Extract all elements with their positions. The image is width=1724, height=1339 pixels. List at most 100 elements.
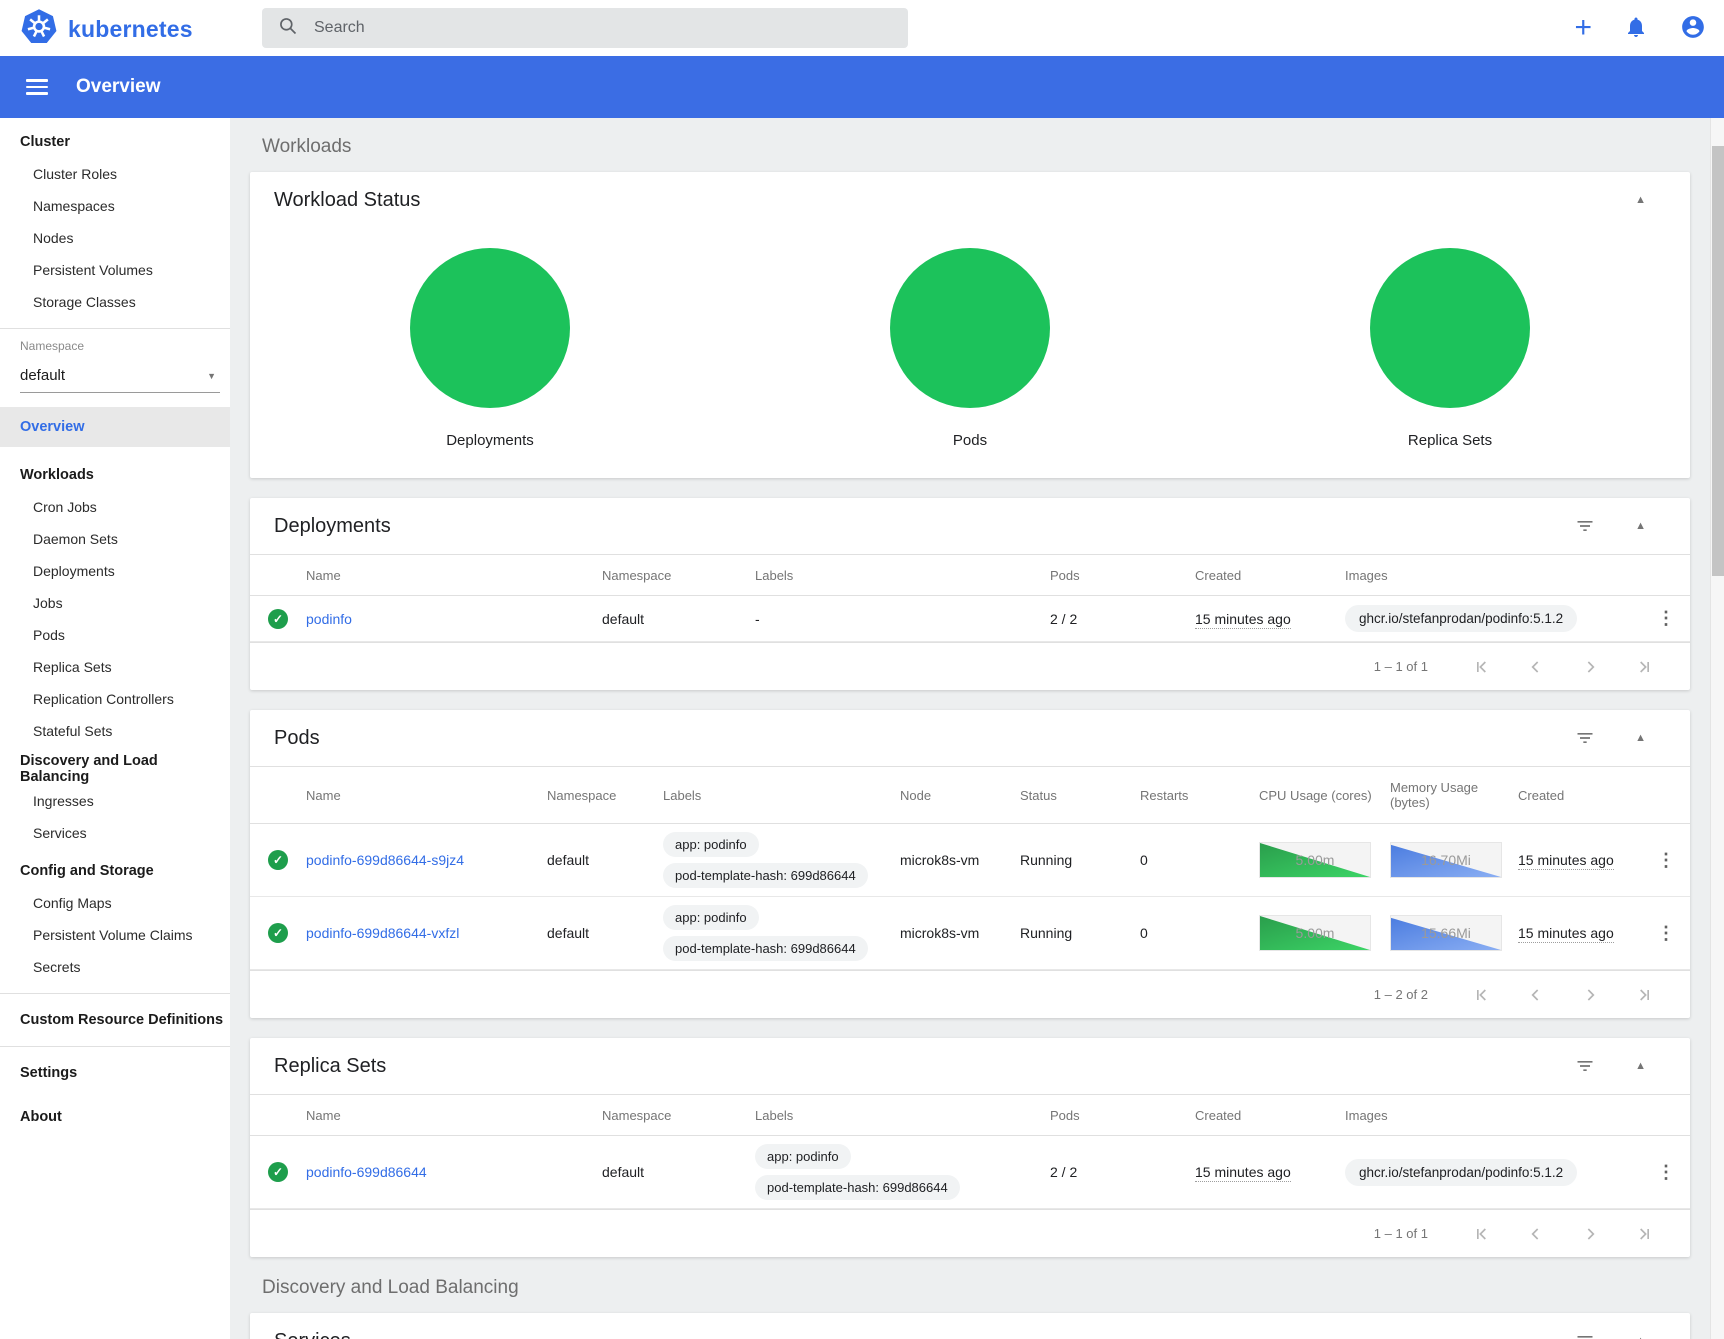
sidebar-item-pods[interactable]: Pods bbox=[0, 619, 230, 651]
first-page-icon[interactable] bbox=[1472, 985, 1492, 1005]
col-labels: Labels bbox=[755, 568, 1050, 583]
sidebar-header-workloads[interactable]: Workloads bbox=[0, 459, 230, 491]
sidebar-item-nodes[interactable]: Nodes bbox=[0, 222, 230, 254]
collapse-card-icon[interactable]: ▲ bbox=[1635, 1060, 1646, 1072]
col-name: Name bbox=[306, 568, 602, 583]
chevron-down-icon: ▼ bbox=[207, 371, 216, 381]
sidebar-item-custom-resource-definitions[interactable]: Custom Resource Definitions bbox=[0, 1004, 230, 1036]
sidebar-item-cron-jobs[interactable]: Cron Jobs bbox=[0, 491, 230, 523]
pods-pagination: 1 – 2 of 2 bbox=[250, 970, 1690, 1018]
sidebar-nav: Cluster Cluster Roles Namespaces Nodes P… bbox=[0, 118, 230, 1339]
filter-icon[interactable] bbox=[1575, 516, 1595, 536]
sidebar-item-replication-controllers[interactable]: Replication Controllers bbox=[0, 683, 230, 715]
chart-label: Pods bbox=[953, 432, 987, 449]
create-resource-button[interactable]: + bbox=[1574, 13, 1592, 43]
sidebar-header-cluster[interactable]: Cluster bbox=[0, 126, 230, 158]
topbar-actions: + bbox=[1574, 0, 1706, 56]
row-menu-icon[interactable]: ⋮ bbox=[1653, 846, 1679, 875]
namespace-select[interactable]: default ▼ bbox=[20, 359, 220, 393]
memory-usage-value: 16.70Mi bbox=[1391, 843, 1501, 877]
sidebar-item-overview[interactable]: Overview bbox=[0, 407, 230, 447]
card-title-replica-sets: Replica Sets bbox=[274, 1055, 1575, 1078]
replica-sets-health-pie bbox=[1370, 248, 1530, 408]
cell-pods: 2 / 2 bbox=[1050, 611, 1195, 627]
cell-created: 15 minutes ago bbox=[1518, 852, 1614, 870]
cell-labels: app: podinfo pod-template-hash: 699d8664… bbox=[663, 905, 900, 961]
col-created: Created bbox=[1518, 788, 1642, 803]
collapse-card-icon[interactable]: ▲ bbox=[1635, 732, 1646, 744]
cell-restarts: 0 bbox=[1140, 852, 1259, 868]
pods-table-header: Name Namespace Labels Node Status Restar… bbox=[250, 766, 1690, 824]
sidebar-item-config-maps[interactable]: Config Maps bbox=[0, 887, 230, 919]
last-page-icon[interactable] bbox=[1634, 985, 1654, 1005]
sidebar-item-persistent-volume-claims[interactable]: Persistent Volume Claims bbox=[0, 919, 230, 951]
status-ok-icon: ✓ bbox=[268, 850, 288, 870]
sidebar-item-storage-classes[interactable]: Storage Classes bbox=[0, 286, 230, 318]
sidebar-item-secrets[interactable]: Secrets bbox=[0, 951, 230, 983]
row-menu-icon[interactable]: ⋮ bbox=[1653, 919, 1679, 948]
sidebar-item-deployments[interactable]: Deployments bbox=[0, 555, 230, 587]
deployment-link[interactable]: podinfo bbox=[306, 611, 352, 627]
image-chip: ghcr.io/stefanprodan/podinfo:5.1.2 bbox=[1345, 1159, 1577, 1186]
row-menu-icon[interactable]: ⋮ bbox=[1653, 604, 1679, 633]
section-title-discovery: Discovery and Load Balancing bbox=[262, 1277, 1690, 1299]
col-labels: Labels bbox=[663, 788, 900, 803]
sidebar-item-cluster-roles[interactable]: Cluster Roles bbox=[0, 158, 230, 190]
previous-page-icon[interactable] bbox=[1526, 985, 1546, 1005]
sidebar-item-daemon-sets[interactable]: Daemon Sets bbox=[0, 523, 230, 555]
notifications-button[interactable] bbox=[1624, 15, 1648, 42]
search-bar[interactable] bbox=[262, 8, 908, 48]
table-row: ✓ podinfo-699d86644-s9jz4 default app: p… bbox=[250, 824, 1690, 897]
filter-icon[interactable] bbox=[1575, 728, 1595, 748]
collapse-card-icon[interactable]: ▲ bbox=[1635, 1335, 1646, 1339]
replica-set-link[interactable]: podinfo-699d86644 bbox=[306, 1164, 427, 1180]
status-ok-icon: ✓ bbox=[268, 1162, 288, 1182]
sidebar-item-jobs[interactable]: Jobs bbox=[0, 587, 230, 619]
label-chip: pod-template-hash: 699d86644 bbox=[663, 936, 868, 961]
sidebar-header-discovery[interactable]: Discovery and Load Balancing bbox=[0, 753, 230, 785]
previous-page-icon[interactable] bbox=[1526, 657, 1546, 677]
sidebar-item-namespaces[interactable]: Namespaces bbox=[0, 190, 230, 222]
sidebar-item-ingresses[interactable]: Ingresses bbox=[0, 785, 230, 817]
first-page-icon[interactable] bbox=[1472, 1224, 1492, 1244]
sidebar-item-settings[interactable]: Settings bbox=[0, 1057, 230, 1089]
cell-created: 15 minutes ago bbox=[1195, 611, 1291, 629]
chart-label: Deployments bbox=[446, 432, 534, 449]
last-page-icon[interactable] bbox=[1634, 1224, 1654, 1244]
sidebar-item-services[interactable]: Services bbox=[0, 817, 230, 849]
previous-page-icon[interactable] bbox=[1526, 1224, 1546, 1244]
scrollbar-thumb[interactable] bbox=[1712, 146, 1724, 576]
namespace-value: default bbox=[20, 367, 65, 384]
pod-link[interactable]: podinfo-699d86644-s9jz4 bbox=[306, 852, 464, 868]
collapse-card-icon[interactable]: ▲ bbox=[1635, 194, 1646, 206]
filter-icon[interactable] bbox=[1575, 1056, 1595, 1076]
row-menu-icon[interactable]: ⋮ bbox=[1653, 1158, 1679, 1187]
account-button[interactable] bbox=[1680, 14, 1706, 43]
last-page-icon[interactable] bbox=[1634, 657, 1654, 677]
workload-status-chart-replica-sets: Replica Sets bbox=[1210, 228, 1690, 478]
cpu-usage-value: 5.00m bbox=[1260, 843, 1370, 877]
sidebar-header-config[interactable]: Config and Storage bbox=[0, 855, 230, 887]
next-page-icon[interactable] bbox=[1580, 1224, 1600, 1244]
memory-usage-sparkline: 15.66Mi bbox=[1390, 915, 1502, 951]
filter-icon[interactable] bbox=[1575, 1331, 1595, 1339]
sidebar-item-stateful-sets[interactable]: Stateful Sets bbox=[0, 715, 230, 747]
vertical-scrollbar[interactable] bbox=[1710, 118, 1724, 1339]
sidebar-item-replica-sets[interactable]: Replica Sets bbox=[0, 651, 230, 683]
card-title-services: Services bbox=[274, 1330, 1575, 1339]
workload-status-chart-pods: Pods bbox=[730, 228, 1210, 478]
col-restarts: Restarts bbox=[1140, 788, 1259, 803]
sidebar-item-about[interactable]: About bbox=[0, 1101, 230, 1133]
search-input[interactable] bbox=[312, 18, 892, 38]
status-ok-icon: ✓ bbox=[268, 923, 288, 943]
sidebar-item-persistent-volumes[interactable]: Persistent Volumes bbox=[0, 254, 230, 286]
first-page-icon[interactable] bbox=[1472, 657, 1492, 677]
col-name: Name bbox=[306, 788, 547, 803]
collapse-card-icon[interactable]: ▲ bbox=[1635, 520, 1646, 532]
label-chip: pod-template-hash: 699d86644 bbox=[663, 863, 868, 888]
next-page-icon[interactable] bbox=[1580, 657, 1600, 677]
menu-icon[interactable] bbox=[26, 79, 48, 95]
pod-link[interactable]: podinfo-699d86644-vxfzl bbox=[306, 925, 459, 941]
next-page-icon[interactable] bbox=[1580, 985, 1600, 1005]
sidebar-divider bbox=[0, 1046, 230, 1047]
